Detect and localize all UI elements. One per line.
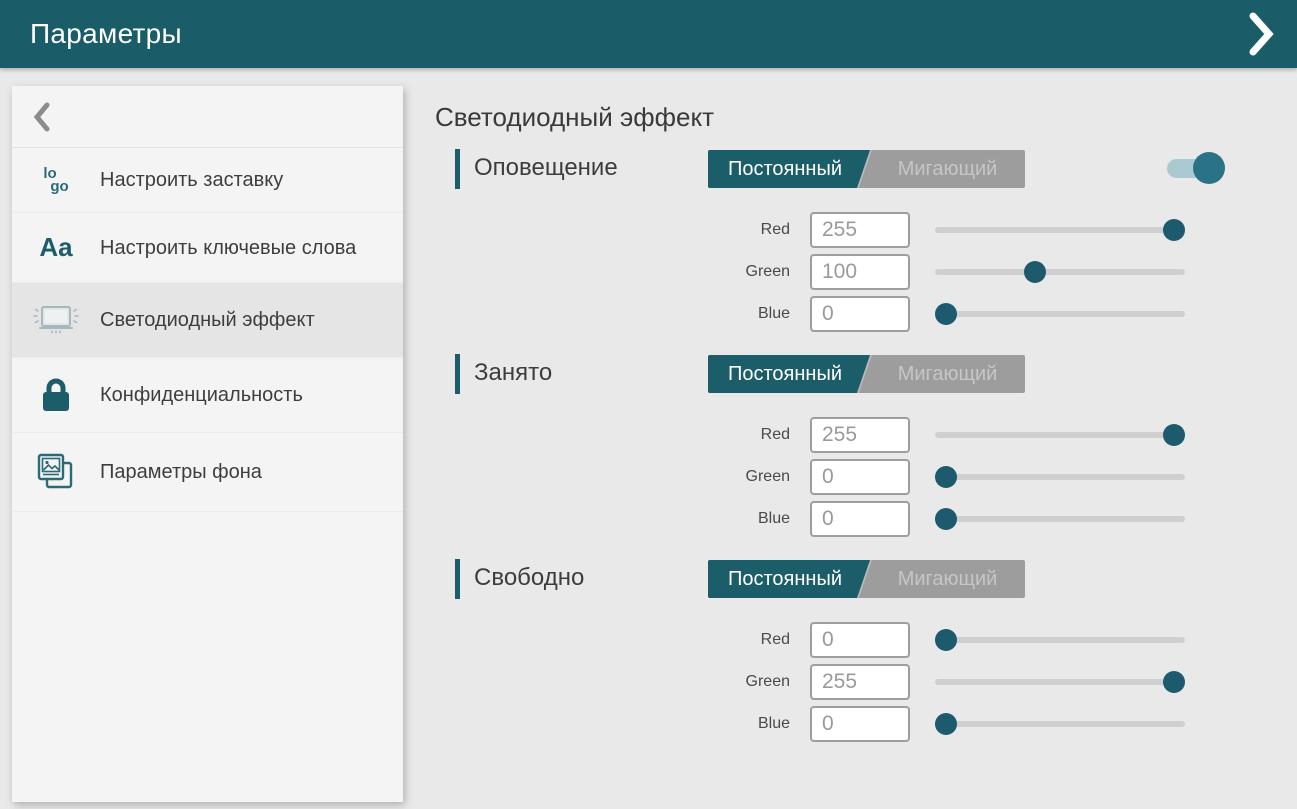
channel-label: Red xyxy=(455,221,790,239)
green-slider[interactable] xyxy=(935,670,1185,694)
channel-label: Green xyxy=(455,263,790,281)
section-accent-bar xyxy=(455,354,460,394)
sidebar-item-screensaver[interactable]: lo go Настроить заставку xyxy=(12,148,403,213)
channel-row-blue: Blue xyxy=(455,500,1265,538)
alert-enable-switch[interactable] xyxy=(1167,152,1225,184)
channel-row-red: Red xyxy=(455,621,1265,659)
channel-row-green: Green xyxy=(455,458,1265,496)
main-content: Светодиодный эффект Оповещение Постоянны… xyxy=(435,86,1265,764)
channel-row-green: Green xyxy=(455,663,1265,701)
channel-label: Blue xyxy=(455,510,790,528)
sidebar-item-keywords[interactable]: Aa Настроить ключевые слова xyxy=(12,213,403,283)
channel-label: Red xyxy=(455,426,790,444)
mode-constant-button[interactable]: Постоянный xyxy=(708,150,870,188)
sidebar-item-label: Конфиденциальность xyxy=(100,382,303,408)
channel-label: Green xyxy=(455,673,790,691)
mode-blinking-button[interactable]: Мигающий xyxy=(870,560,1025,598)
forward-button[interactable] xyxy=(1249,12,1275,56)
section-busy: Занято Постоянный Мигающий Red Green xyxy=(455,354,1265,538)
channel-row-blue: Blue xyxy=(455,295,1265,333)
mode-constant-button[interactable]: Постоянный xyxy=(708,560,870,598)
red-slider[interactable] xyxy=(935,628,1185,652)
sidebar-item-label: Настроить ключевые слова xyxy=(100,235,356,261)
sidebar-item-background[interactable]: Параметры фона xyxy=(12,433,403,512)
green-slider[interactable] xyxy=(935,465,1185,489)
mode-toggle: Постоянный Мигающий xyxy=(708,355,1025,393)
blue-slider[interactable] xyxy=(935,712,1185,736)
channel-row-red: Red xyxy=(455,416,1265,454)
blue-value-input[interactable] xyxy=(810,296,910,332)
blue-value-input[interactable] xyxy=(810,706,910,742)
blue-value-input[interactable] xyxy=(810,501,910,537)
mode-blinking-button[interactable]: Мигающий xyxy=(870,150,1025,188)
channel-label: Blue xyxy=(455,305,790,323)
red-slider[interactable] xyxy=(935,423,1185,447)
blue-slider[interactable] xyxy=(935,302,1185,326)
mode-toggle: Постоянный Мигающий xyxy=(708,150,1025,188)
section-free: Свободно Постоянный Мигающий Red Green xyxy=(455,559,1265,743)
red-value-input[interactable] xyxy=(810,417,910,453)
sidebar-item-label: Настроить заставку xyxy=(100,167,283,193)
section-alert: Оповещение Постоянный Мигающий Red xyxy=(455,149,1265,333)
blue-slider[interactable] xyxy=(935,507,1185,531)
channel-label: Green xyxy=(455,468,790,486)
green-value-input[interactable] xyxy=(810,459,910,495)
section-accent-bar xyxy=(455,559,460,599)
sidebar-item-privacy[interactable]: Конфиденциальность xyxy=(12,358,403,433)
mode-toggle: Постоянный Мигающий xyxy=(708,560,1025,598)
sidebar-item-label: Светодиодный эффект xyxy=(100,307,315,333)
red-value-input[interactable] xyxy=(810,622,910,658)
sidebar: lo go Настроить заставку Aa Настроить кл… xyxy=(12,86,403,802)
green-value-input[interactable] xyxy=(810,254,910,290)
back-icon xyxy=(34,102,50,132)
mode-blinking-button[interactable]: Мигающий xyxy=(870,355,1025,393)
logo-icon: lo go xyxy=(43,167,68,193)
red-slider[interactable] xyxy=(935,218,1185,242)
mode-constant-button[interactable]: Постоянный xyxy=(708,355,870,393)
sidebar-item-label: Параметры фона xyxy=(100,459,262,485)
section-title: Занято xyxy=(474,359,552,387)
forward-icon xyxy=(1249,12,1275,56)
channel-label: Red xyxy=(455,631,790,649)
green-value-input[interactable] xyxy=(810,664,910,700)
page-title: Параметры xyxy=(30,18,182,50)
channel-label: Blue xyxy=(455,715,790,733)
green-slider[interactable] xyxy=(935,260,1185,284)
main-title: Светодиодный эффект xyxy=(435,102,1265,133)
channel-row-green: Green xyxy=(455,253,1265,291)
keywords-icon: Aa xyxy=(39,232,72,263)
channel-row-red: Red xyxy=(455,211,1265,249)
led-screen-icon xyxy=(32,302,80,338)
lock-icon xyxy=(41,377,71,413)
section-accent-bar xyxy=(455,149,460,189)
app-header: Параметры xyxy=(0,0,1297,68)
sidebar-back-button[interactable] xyxy=(12,86,403,148)
channel-row-blue: Blue xyxy=(455,705,1265,743)
background-icon xyxy=(36,452,76,492)
sidebar-item-led-effect[interactable]: Светодиодный эффект xyxy=(12,283,403,358)
red-value-input[interactable] xyxy=(810,212,910,248)
section-title: Оповещение xyxy=(474,154,618,182)
section-title: Свободно xyxy=(474,564,584,592)
